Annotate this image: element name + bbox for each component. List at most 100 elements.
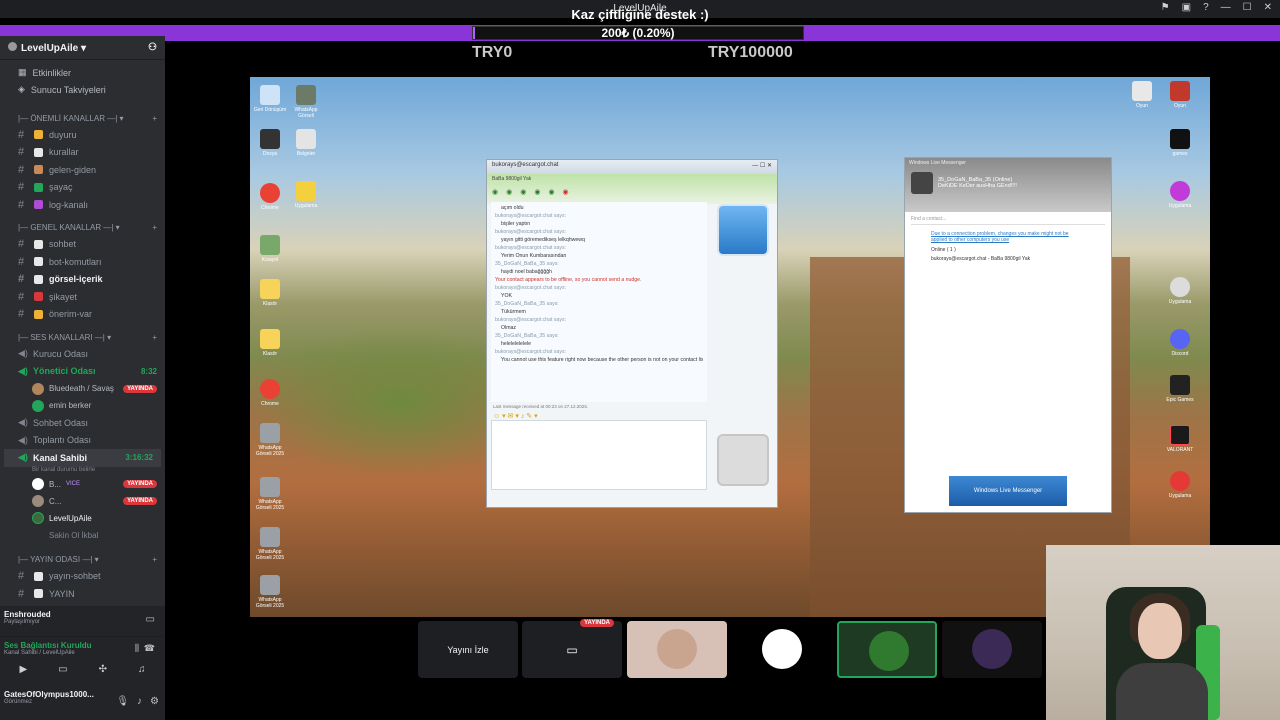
category-stream[interactable]: |— YAYIN ODASI —| ▾ + (0, 552, 165, 568)
voice-toplanti-odasi[interactable]: ◀) Toplantı Odası (0, 432, 165, 450)
add-channel-icon[interactable]: + (152, 333, 157, 342)
invite-icon[interactable]: ◉ (492, 188, 498, 196)
participant-tile[interactable]: ▭ YAYINDA (522, 619, 622, 678)
video-icon[interactable]: ◉ (520, 188, 526, 196)
window-controls-icon[interactable]: — ☐ ✕ (752, 162, 772, 169)
desktop-icon[interactable]: Oyun (1160, 81, 1200, 109)
desktop-icon[interactable]: WhatsApp Görseli 2025 (250, 527, 290, 561)
voice-user[interactable]: Bluedeath / Savaş YAYINDA (0, 380, 165, 397)
channel-sohbet[interactable]: # sohbet (0, 236, 165, 254)
desktop-icon[interactable]: Klasör (250, 279, 290, 307)
add-channel-icon[interactable]: + (152, 555, 157, 564)
voice-user[interactable]: C... YAYINDA (0, 493, 165, 510)
desktop-icon[interactable]: Geri Dönüşüm (250, 85, 290, 113)
activities-icon[interactable]: ✣ (99, 664, 107, 675)
call-icon[interactable]: ◉ (534, 188, 540, 196)
desktop-icon[interactable]: WhatsApp Görseli 2025 (250, 423, 290, 457)
channel-yayin-sohbet[interactable]: # yayın-sohbet (0, 568, 165, 586)
nav-events[interactable]: ▦ Etkinlikler (0, 64, 165, 81)
server-header[interactable]: LevelUpAile ▾ ⚇ (0, 36, 165, 60)
voice-user[interactable]: LevelUpAile (0, 510, 165, 527)
participant-tile[interactable] (942, 621, 1042, 678)
share-icon[interactable]: ◉ (506, 188, 512, 196)
channel-log-kanali[interactable]: # log-kanalı (0, 196, 165, 214)
desktop-icon[interactable]: WhatsApp Görseli 2025 (250, 477, 290, 511)
contact-group[interactable]: Online ( 1 ) (905, 245, 1111, 254)
emoji-icon (34, 182, 43, 192)
stream-view[interactable]: Geri Dönüşüm WhatsApp Görseli Dosya Belg… (250, 77, 1210, 617)
voice-user[interactable]: Sakin Ol İkbal (0, 527, 165, 544)
nav-boosts[interactable]: ◈ Sunucu Takviyeleri (0, 81, 165, 98)
desktop-icon[interactable]: VALORANT (1160, 425, 1200, 453)
voice-yonetici-odasi[interactable]: ◀) Yönetici Odası 8:32 (0, 363, 165, 381)
participant-tile[interactable] (837, 621, 937, 678)
share-screen-icon[interactable]: ▭ (146, 614, 155, 625)
msn-chat-window[interactable]: bukorays@escargot.chat — ☐ ✕ BaBa 9800gil… (486, 159, 778, 508)
chat-sender-line: 35_DoGaN_BaBa_35 says: (495, 301, 559, 307)
watch-stream-button[interactable]: Yayını İzle (418, 621, 518, 678)
category-voice[interactable]: |— SES KANALLARI —| ▾ + (0, 329, 165, 345)
desktop-icon[interactable]: Dosya (250, 129, 290, 157)
desktop-icon[interactable]: Oyun (1122, 81, 1162, 109)
games-icon[interactable]: ◉ (548, 188, 554, 196)
channel-status[interactable]: Bir kanal durumu belirle (0, 467, 165, 476)
channel-gelen-giden[interactable]: # gelen-giden (0, 161, 165, 179)
desktop-icon[interactable]: Discord (1160, 329, 1200, 357)
category-general[interactable]: |— GENEL KANALLAR —| ▾ + (0, 220, 165, 236)
participant-tile[interactable] (627, 621, 727, 678)
desktop-icon[interactable]: Uygulama (1160, 181, 1200, 209)
find-contact-input[interactable]: Find a contact... (911, 216, 1105, 225)
desktop-icon[interactable]: games (1160, 129, 1200, 157)
voice-sohbet-odasi[interactable]: ◀) Sohbet Odası (0, 414, 165, 432)
chat-history[interactable]: açım oldu bukorays@escargot.chat says: biş… (491, 202, 707, 402)
camera-icon[interactable]: ▶ (19, 664, 27, 675)
voice-user[interactable]: emin berker (0, 397, 165, 414)
channel-kurallar[interactable]: # kurallar (0, 144, 165, 162)
connection-notice[interactable]: Due to a connection problem, changes you… (905, 229, 1111, 245)
desktop-icon[interactable]: Uygulama (1160, 277, 1200, 305)
activity-panel[interactable]: Enshrouded Paylaşılmıyor ▭ (0, 606, 165, 636)
channel-gorsel-icerik[interactable]: # görsel-içerik (0, 271, 165, 289)
add-channel-icon[interactable]: + (152, 223, 157, 232)
channel-yayin[interactable]: # YAYIN (0, 585, 165, 603)
mic-icon[interactable]: 🎙︎ (116, 696, 129, 707)
msn-contacts-window[interactable]: Windows Live Messenger 35_DoGaN_BaBa_35 … (904, 157, 1112, 513)
emoji-icon (34, 309, 43, 319)
desktop-icon[interactable]: Belgeler (286, 129, 326, 157)
add-member-icon[interactable]: ⚇ (148, 42, 157, 53)
block-icon[interactable]: ◉ (563, 188, 569, 196)
desktop-icon[interactable]: WhatsApp Görseli (286, 85, 326, 119)
desktop-icon[interactable]: Klasör (250, 329, 290, 357)
noise-icon[interactable]: ⫼ (135, 643, 139, 654)
participant-tile[interactable] (732, 621, 832, 678)
disconnect-icon[interactable]: ☎ (144, 643, 155, 654)
desktop-icon[interactable]: Epic Games (1160, 375, 1200, 403)
channel-sikayet[interactable]: # şikayet (0, 288, 165, 306)
category-important[interactable]: |— ÖNEMLİ KANALLAR —| ▾ + (0, 110, 165, 126)
contact-item[interactable]: bukorays@escargot.chat - BaBa 9800gil Ya… (905, 254, 1111, 263)
desktop-icon[interactable]: WhatsApp Görseli 2025 (250, 575, 290, 609)
channel-duyuru[interactable]: # duyuru (0, 126, 165, 144)
soundboard-icon[interactable]: ♫ (138, 664, 146, 675)
voice-user[interactable]: B... VICE YAYINDA (0, 476, 165, 493)
channel-onerim-var[interactable]: # önerim-var (0, 306, 165, 324)
desktop-icon[interactable]: Uygulama (1160, 471, 1200, 499)
desktop-icon[interactable]: Chrome (250, 183, 290, 211)
voice-kanal-sahibi[interactable]: ◀) Kanal Sahibi 3:16:32 (4, 449, 161, 467)
add-channel-icon[interactable]: + (152, 114, 157, 123)
headphones-icon[interactable]: ♪ (137, 696, 142, 707)
channel-sayac[interactable]: # şayaç (0, 179, 165, 197)
emoticon-toolbar[interactable]: ☺ ▾ ✉ ▾ ♪ ✎ ▾ (493, 412, 538, 420)
user-panel[interactable]: GatesOfOlympus1000... Görünmez 🎙︎ ♪ ⚙ (0, 686, 165, 720)
settings-icon[interactable]: ⚙ (150, 696, 159, 707)
user-avatar[interactable] (911, 172, 933, 194)
screen-share-icon[interactable]: ▭ (58, 664, 67, 675)
activity-game: Enshrouded (4, 610, 51, 619)
message-input[interactable] (491, 420, 707, 490)
personal-message[interactable]: DeKiDE KeDer ausHha GEnd!!!! (938, 183, 1017, 189)
channel-bot-komutlari[interactable]: # bot-komutları (0, 253, 165, 271)
desktop-icon[interactable]: Uygulama (286, 181, 326, 209)
desktop-icon[interactable]: Chrome (250, 379, 290, 407)
desktop-icon[interactable]: Kısayol (250, 235, 290, 263)
voice-kurucu-odasi[interactable]: ◀) Kurucu Odası (0, 345, 165, 363)
